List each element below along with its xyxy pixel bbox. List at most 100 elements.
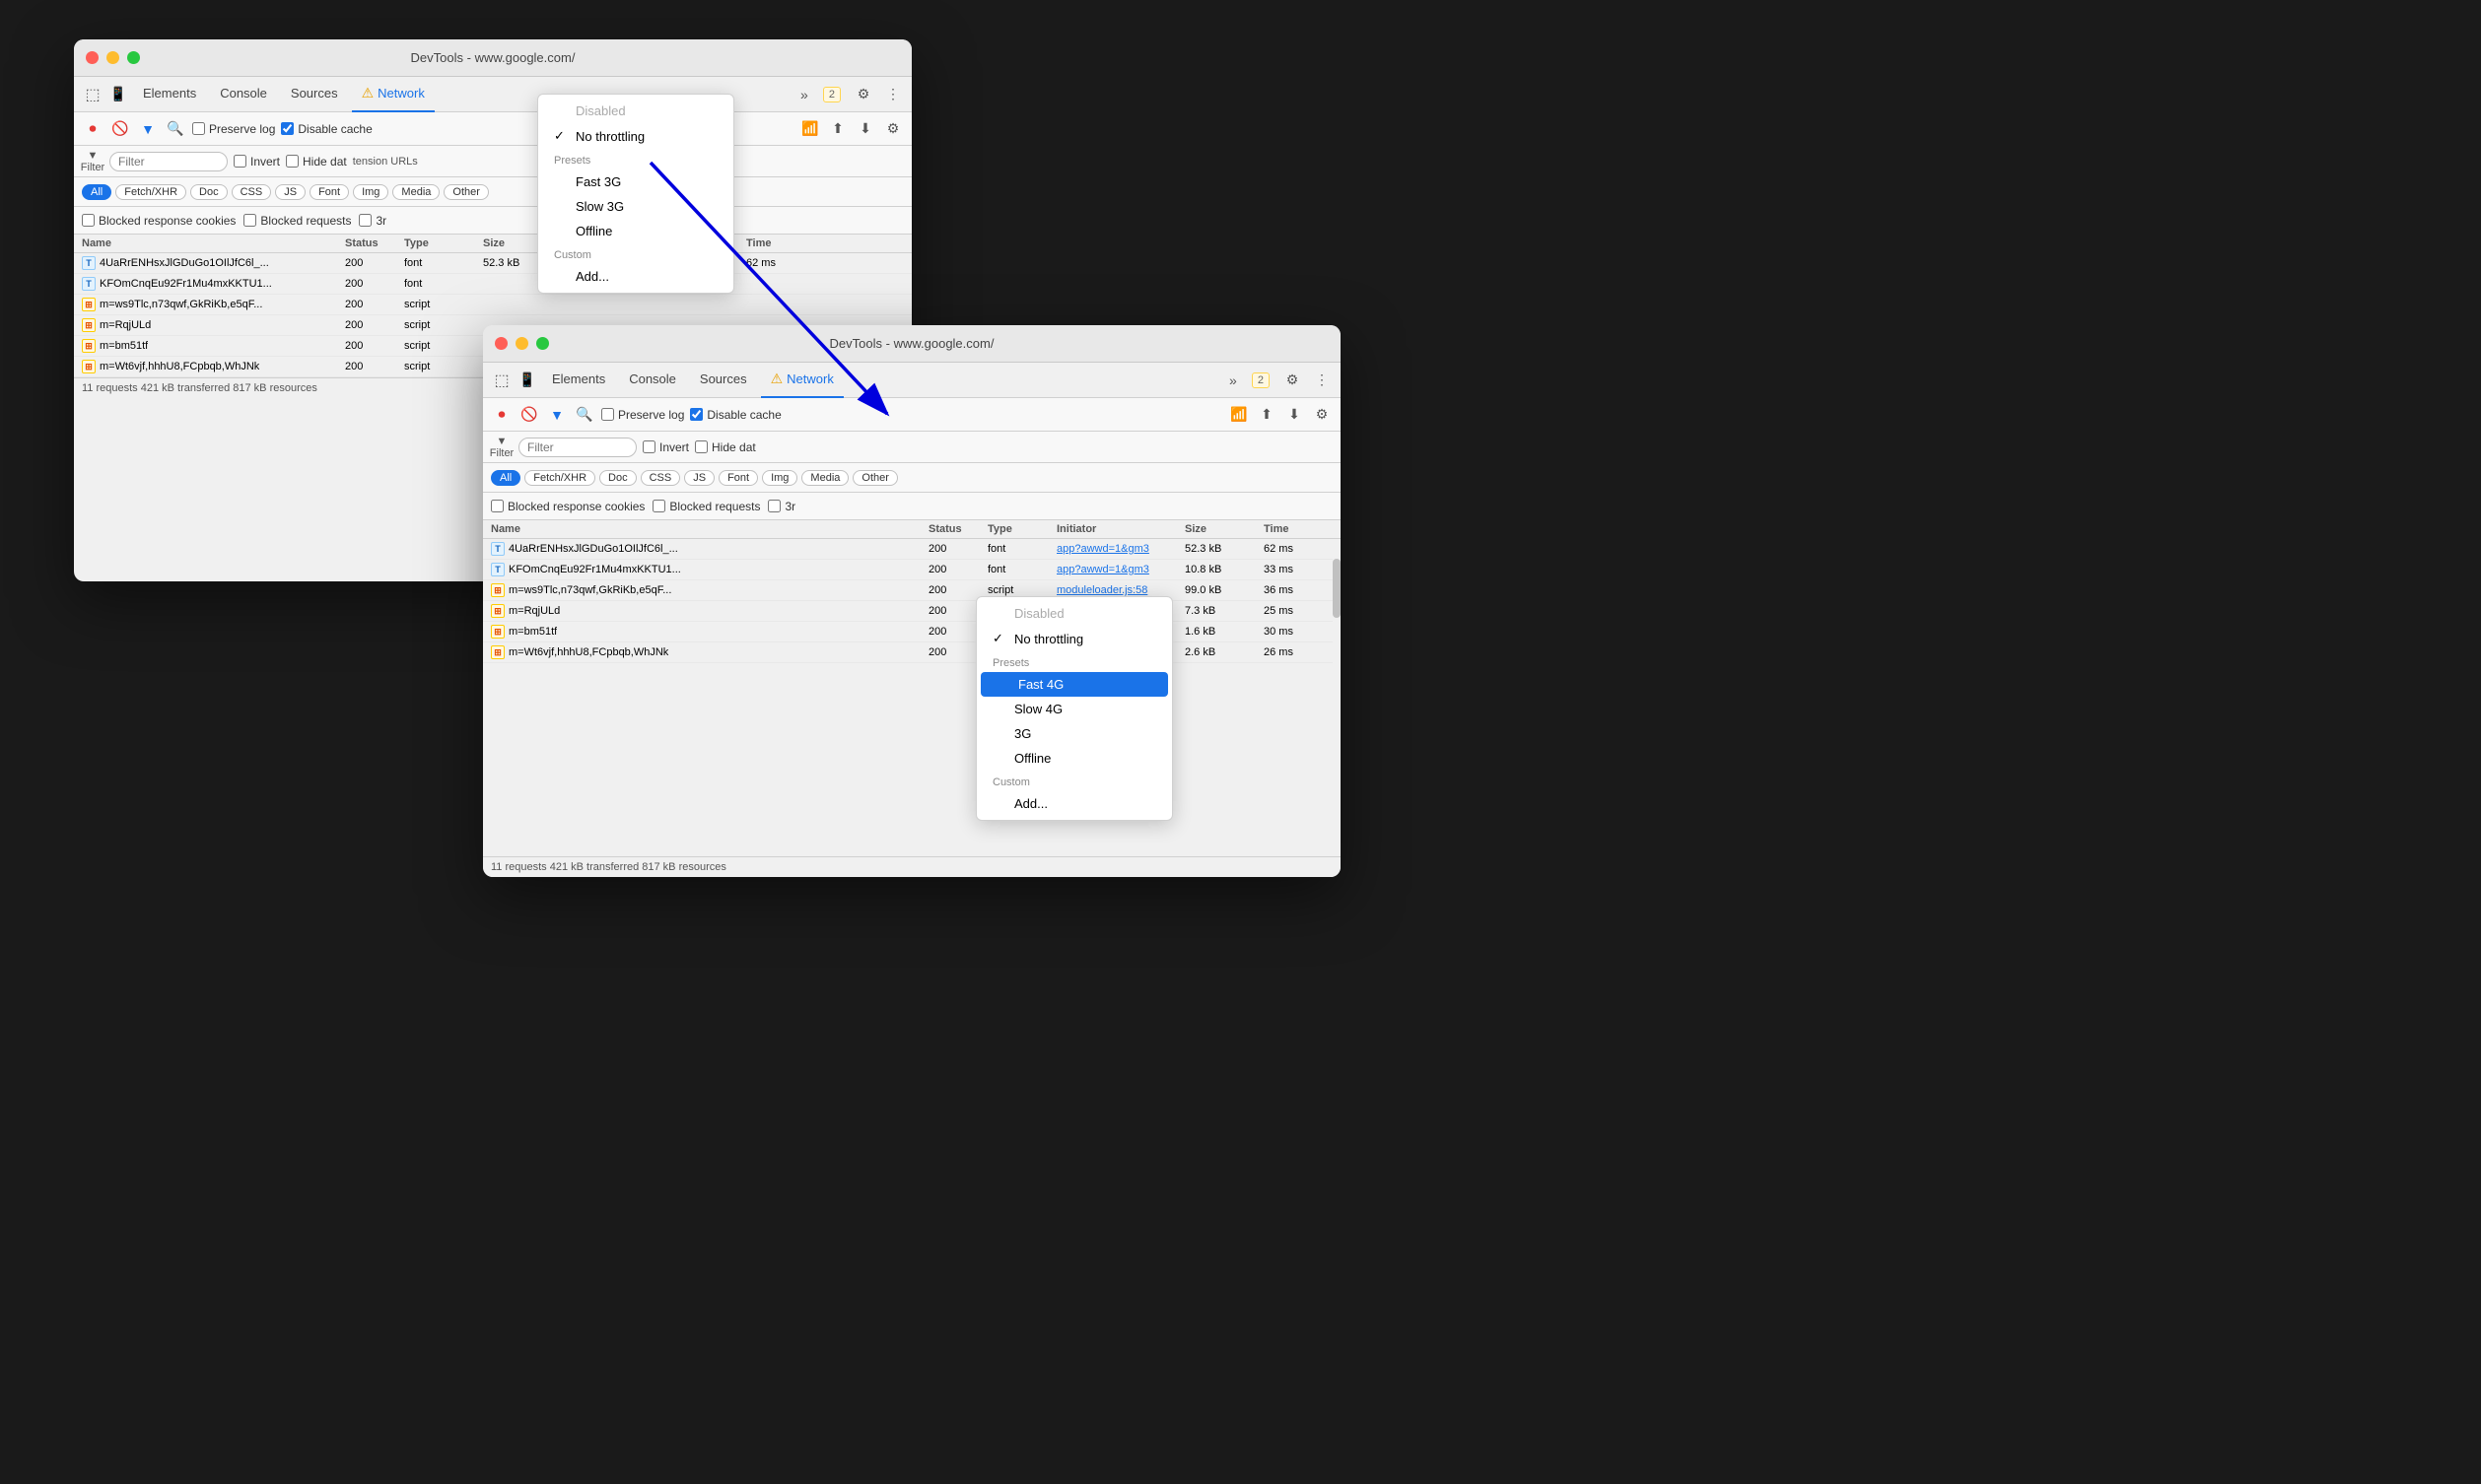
- disable-cache-label-2[interactable]: Disable cache: [690, 408, 781, 422]
- close-button-2[interactable]: [495, 337, 508, 350]
- settings-icon-2[interactable]: ⚙: [1281, 370, 1303, 391]
- hide-dat-label-2[interactable]: Hide dat: [695, 440, 756, 454]
- hide-dat-checkbox-1[interactable]: [286, 155, 299, 168]
- close-button-1[interactable]: [86, 51, 99, 64]
- filter-tag-other-1[interactable]: Other: [444, 184, 489, 200]
- more-options-icon-1[interactable]: ⋮: [882, 84, 904, 105]
- invert-checkbox-2[interactable]: [643, 440, 655, 453]
- tab-sources-2[interactable]: Sources: [690, 363, 757, 398]
- fast3g-item-1[interactable]: Fast 3G: [538, 169, 733, 194]
- more-tabs-icon-2[interactable]: »: [1222, 370, 1244, 391]
- wifi-icon-2[interactable]: 📶: [1228, 404, 1250, 426]
- device-icon[interactable]: 📱: [107, 84, 129, 105]
- blocked-requests-cb-1[interactable]: [243, 214, 256, 227]
- add-item-2[interactable]: Add...: [977, 791, 1172, 816]
- blocked-cookies-cb-1[interactable]: [82, 214, 95, 227]
- filter-tag-other-2[interactable]: Other: [853, 470, 898, 486]
- tab-elements-1[interactable]: Elements: [133, 77, 206, 112]
- disable-cache-label-1[interactable]: Disable cache: [281, 122, 372, 136]
- col-status-1[interactable]: Status: [345, 237, 404, 249]
- maximize-button-2[interactable]: [536, 337, 549, 350]
- offline-item-2[interactable]: Offline: [977, 746, 1172, 771]
- table-row[interactable]: T 4UaRrENHsxJlGDuGo1OIlJfC6l_... 200 fon…: [74, 253, 912, 274]
- filter-input-2[interactable]: [518, 438, 637, 457]
- filter-tag-media-2[interactable]: Media: [801, 470, 849, 486]
- preserve-log-label-1[interactable]: Preserve log: [192, 122, 275, 136]
- tab-sources-1[interactable]: Sources: [281, 77, 348, 112]
- no-throttling-item-1[interactable]: ✓ No throttling: [538, 123, 733, 149]
- filter-tag-img-1[interactable]: Img: [353, 184, 388, 200]
- filter-input-1[interactable]: [109, 152, 228, 171]
- blocked-3r-cb-1[interactable]: [359, 214, 372, 227]
- upload-icon-1[interactable]: ⬆: [827, 118, 849, 140]
- record-button-2[interactable]: ⏺: [491, 404, 513, 426]
- no-throttling-item-2[interactable]: ✓ No throttling: [977, 626, 1172, 651]
- search-icon-2[interactable]: 🔍: [574, 404, 595, 426]
- tab-console-1[interactable]: Console: [210, 77, 277, 112]
- col-time-1[interactable]: Time: [746, 237, 825, 249]
- preserve-log-label-2[interactable]: Preserve log: [601, 408, 684, 422]
- table-row[interactable]: ⊞ m=ws9Tlc,n73qwf,GkRiKb,e5qF... 200 scr…: [74, 295, 912, 315]
- table-row[interactable]: T 4UaRrENHsxJlGDuGo1OIlJfC6l_... 200 fon…: [483, 539, 1341, 560]
- tab-elements-2[interactable]: Elements: [542, 363, 615, 398]
- upload-icon-2[interactable]: ⬆: [1256, 404, 1277, 426]
- blocked-cookies-cb-2[interactable]: [491, 500, 504, 512]
- inspect-icon-2[interactable]: ⬚: [491, 370, 513, 391]
- network-settings-icon-1[interactable]: ⚙: [882, 118, 904, 140]
- filter-tag-js-1[interactable]: JS: [275, 184, 306, 200]
- preserve-log-checkbox-1[interactable]: [192, 122, 205, 135]
- col-time-2[interactable]: Time: [1264, 523, 1333, 535]
- more-tabs-icon[interactable]: »: [793, 84, 815, 105]
- download-icon-2[interactable]: ⬇: [1283, 404, 1305, 426]
- filter-toggle-1[interactable]: ▼ Filter: [82, 151, 103, 172]
- filter-tag-fetch-2[interactable]: Fetch/XHR: [524, 470, 595, 486]
- more-options-icon-2[interactable]: ⋮: [1311, 370, 1333, 391]
- blocked-requests-label-2[interactable]: Blocked requests: [653, 500, 760, 513]
- filter-icon-2[interactable]: ▼: [546, 404, 568, 426]
- slow4g-item-2[interactable]: Slow 4G: [977, 697, 1172, 721]
- minimize-button-2[interactable]: [516, 337, 528, 350]
- filter-tag-js-2[interactable]: JS: [684, 470, 715, 486]
- col-name-1[interactable]: Name: [82, 237, 345, 249]
- table-row[interactable]: T KFOmCnqEu92Fr1Mu4mxKKTU1... 200 font: [74, 274, 912, 295]
- table-row[interactable]: ⊞ m=bm51tf 200 script moduleloader.js:58…: [483, 622, 1341, 642]
- filter-tag-fetch-1[interactable]: Fetch/XHR: [115, 184, 186, 200]
- blocked-3r-label-2[interactable]: 3r: [768, 500, 795, 513]
- col-status-2[interactable]: Status: [929, 523, 988, 535]
- filter-tag-doc-1[interactable]: Doc: [190, 184, 228, 200]
- tab-network-1[interactable]: ⚠ Network: [352, 77, 435, 112]
- col-initiator-2[interactable]: Initiator: [1057, 523, 1185, 535]
- table-row[interactable]: T KFOmCnqEu92Fr1Mu4mxKKTU1... 200 font a…: [483, 560, 1341, 580]
- invert-label-1[interactable]: Invert: [234, 155, 280, 169]
- hide-dat-label-1[interactable]: Hide dat: [286, 155, 347, 169]
- blocked-3r-label-1[interactable]: 3r: [359, 214, 386, 228]
- col-name-2[interactable]: Name: [491, 523, 929, 535]
- blocked-3r-cb-2[interactable]: [768, 500, 781, 512]
- settings-icon-1[interactable]: ⚙: [853, 84, 874, 105]
- filter-tag-font-2[interactable]: Font: [719, 470, 758, 486]
- filter-toggle-2[interactable]: ▼ Filter: [491, 437, 513, 458]
- filter-tag-all-2[interactable]: All: [491, 470, 520, 486]
- add-item-1[interactable]: Add...: [538, 264, 733, 289]
- blocked-cookies-label-2[interactable]: Blocked response cookies: [491, 500, 645, 513]
- disable-cache-checkbox-2[interactable]: [690, 408, 703, 421]
- minimize-button-1[interactable]: [106, 51, 119, 64]
- clear-button-2[interactable]: 🚫: [518, 404, 540, 426]
- filter-tag-css-2[interactable]: CSS: [641, 470, 681, 486]
- invert-label-2[interactable]: Invert: [643, 440, 689, 454]
- table-row[interactable]: ⊞ m=Wt6vjf,hhhU8,FCpbqb,WhJNk 200 script…: [483, 642, 1341, 663]
- blocked-requests-label-1[interactable]: Blocked requests: [243, 214, 351, 228]
- hide-dat-checkbox-2[interactable]: [695, 440, 708, 453]
- filter-tag-css-1[interactable]: CSS: [232, 184, 272, 200]
- filter-tag-all-1[interactable]: All: [82, 184, 111, 200]
- tab-console-2[interactable]: Console: [619, 363, 686, 398]
- fast4g-item-2[interactable]: Fast 4G: [981, 672, 1168, 697]
- clear-button-1[interactable]: 🚫: [109, 118, 131, 140]
- filter-tag-img-2[interactable]: Img: [762, 470, 797, 486]
- maximize-button-1[interactable]: [127, 51, 140, 64]
- blocked-cookies-label-1[interactable]: Blocked response cookies: [82, 214, 236, 228]
- slow3g-item-1[interactable]: Slow 3G: [538, 194, 733, 219]
- filter-tag-font-1[interactable]: Font: [310, 184, 349, 200]
- disable-cache-checkbox-1[interactable]: [281, 122, 294, 135]
- search-icon-1[interactable]: 🔍: [165, 118, 186, 140]
